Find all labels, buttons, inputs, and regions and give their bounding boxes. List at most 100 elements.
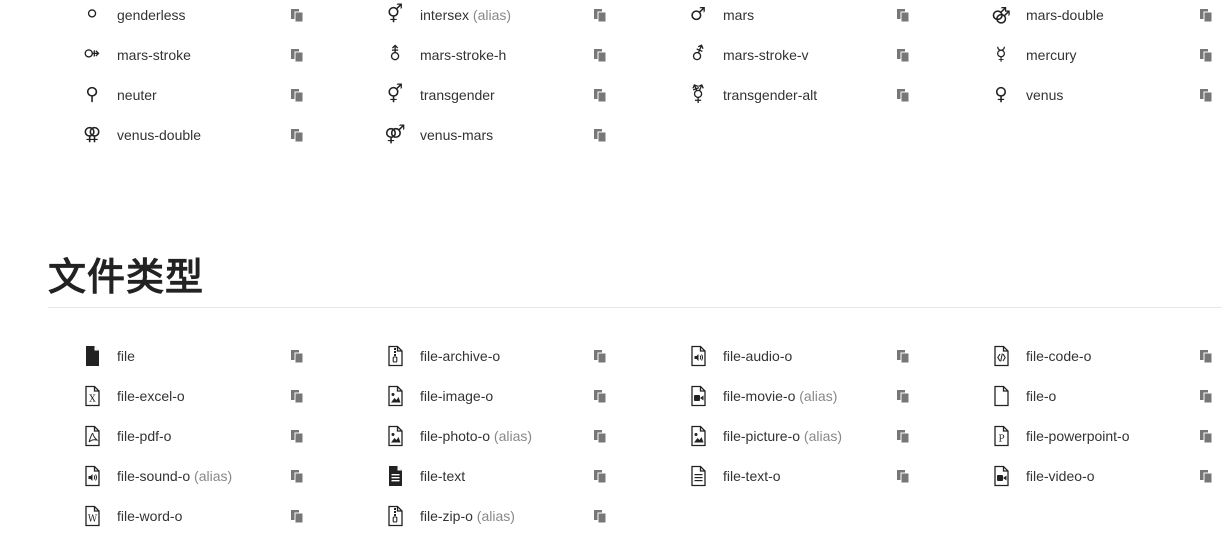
icon-item-file-excel-o[interactable]: Xfile-excel-o — [80, 376, 383, 416]
icon-name-label: intersex (alias) — [420, 7, 511, 23]
copy-icon[interactable] — [1199, 8, 1213, 23]
icon-name-text: file-archive-o — [420, 348, 501, 364]
copy-icon[interactable] — [1199, 429, 1213, 444]
icon-item-neuter[interactable]: ⚲ neuter — [80, 75, 383, 115]
copy-icon[interactable] — [593, 349, 607, 364]
icon-name-text: genderless — [117, 7, 186, 23]
icon-item-file-image-o[interactable]: file-image-o — [383, 376, 686, 416]
copy-icon[interactable] — [1199, 48, 1213, 63]
icon-name-text: file-powerpoint-o — [1026, 428, 1130, 444]
copy-icon[interactable] — [896, 8, 910, 23]
copy-icon[interactable] — [593, 128, 607, 143]
copy-icon[interactable] — [593, 88, 607, 103]
icon-name-text: mars-double — [1026, 7, 1104, 23]
copy-icon[interactable] — [593, 8, 607, 23]
mars-stroke-icon: ⚩ — [84, 44, 100, 65]
icon-item-file-sound-o[interactable]: file-sound-o (alias) — [80, 456, 383, 496]
icon-item-file-photo-o[interactable]: file-photo-o (alias) — [383, 416, 686, 456]
icon-item-mars[interactable]: ♂ mars — [686, 0, 989, 35]
icon-item-file-video-o[interactable]: file-video-o — [989, 456, 1222, 496]
file-text-icon — [383, 465, 407, 487]
venus-mars-icon: ⚤ — [384, 124, 406, 145]
icon-item-transgender-alt[interactable]: ⚧ transgender-alt — [686, 75, 989, 115]
icon-item-file-o[interactable]: file-o — [989, 376, 1222, 416]
mars-stroke-h-icon: ⚨ — [387, 44, 403, 65]
icon-item-intersex[interactable]: ⚥ intersex (alias) — [383, 0, 686, 35]
copy-icon[interactable] — [593, 429, 607, 444]
copy-icon[interactable] — [290, 8, 304, 23]
icon-name-text: intersex — [420, 7, 470, 23]
icon-item-file-text[interactable]: file-text — [383, 456, 686, 496]
copy-icon[interactable] — [896, 349, 910, 364]
venus-double-icon: ⚢ — [82, 124, 102, 145]
icon-item-transgender[interactable]: ⚥ transgender — [383, 75, 686, 115]
copy-icon[interactable] — [290, 128, 304, 143]
copy-icon[interactable] — [896, 48, 910, 63]
icon-item-mars-stroke-h[interactable]: ⚨ mars-stroke-h — [383, 35, 686, 75]
icon-item-mars-stroke[interactable]: ⚩ mars-stroke — [80, 35, 383, 75]
copy-icon[interactable] — [593, 469, 607, 484]
icon-item-file-word-o[interactable]: Wfile-word-o — [80, 496, 383, 536]
icon-name-label: file-archive-o — [420, 348, 500, 364]
copy-icon[interactable] — [1199, 389, 1213, 404]
copy-icon[interactable] — [290, 509, 304, 524]
svg-text:X: X — [89, 395, 96, 405]
alias-label: (alias) — [469, 7, 512, 23]
icon-name-text: file-zip-o — [420, 508, 473, 524]
icon-name-label: mars-stroke-v — [723, 47, 809, 63]
icon-name-text: file-text-o — [723, 468, 781, 484]
icon-name-label: neuter — [117, 87, 157, 103]
icon-item-file-movie-o[interactable]: file-movie-o (alias) — [686, 376, 989, 416]
copy-icon[interactable] — [593, 389, 607, 404]
icon-name-label: genderless — [117, 7, 186, 23]
icon-name-label: file-pdf-o — [117, 428, 171, 444]
copy-icon[interactable] — [290, 469, 304, 484]
icon-name-text: file-picture-o — [723, 428, 801, 444]
copy-icon[interactable] — [896, 469, 910, 484]
icon-item-venus[interactable]: ♀ venus — [989, 75, 1222, 115]
copy-icon[interactable] — [896, 429, 910, 444]
copy-icon[interactable] — [593, 509, 607, 524]
icon-name-text: file-o — [1026, 388, 1057, 404]
icon-item-mercury[interactable]: ☿ mercury — [989, 35, 1222, 75]
icon-name-text: file-video-o — [1026, 468, 1095, 484]
copy-icon[interactable] — [1199, 349, 1213, 364]
icon-name-label: file-zip-o (alias) — [420, 508, 515, 524]
icon-item-file-zip-o[interactable]: file-zip-o (alias) — [383, 496, 686, 536]
icon-item-file-text-o[interactable]: file-text-o — [686, 456, 989, 496]
icon-item-file[interactable]: file — [80, 336, 383, 376]
icon-item-venus-double[interactable]: ⚢ venus-double — [80, 115, 383, 155]
copy-icon[interactable] — [290, 389, 304, 404]
icon-item-file-audio-o[interactable]: file-audio-o — [686, 336, 989, 376]
icon-name-label: file-picture-o (alias) — [723, 428, 842, 444]
icon-item-genderless[interactable]: ⚪ genderless — [80, 0, 383, 35]
icon-item-file-picture-o[interactable]: file-picture-o (alias) — [686, 416, 989, 456]
icon-item-mars-stroke-v[interactable]: ⚦ mars-stroke-v — [686, 35, 989, 75]
file-image-o-icon — [383, 385, 407, 407]
copy-icon[interactable] — [290, 349, 304, 364]
icon-name-text: file-image-o — [420, 388, 494, 404]
copy-icon[interactable] — [290, 429, 304, 444]
icon-item-file-code-o[interactable]: file-code-o — [989, 336, 1222, 376]
copy-icon[interactable] — [896, 88, 910, 103]
icon-name-text: file-movie-o — [723, 388, 796, 404]
alias-label: (alias) — [490, 428, 533, 444]
icon-name-label: file-image-o — [420, 388, 493, 404]
copy-icon[interactable] — [1199, 469, 1213, 484]
icon-name-label: file-excel-o — [117, 388, 185, 404]
icon-item-file-pdf-o[interactable]: file-pdf-o — [80, 416, 383, 456]
copy-icon[interactable] — [896, 389, 910, 404]
svg-text:P: P — [998, 435, 1004, 445]
icon-item-file-archive-o[interactable]: file-archive-o — [383, 336, 686, 376]
copy-icon[interactable] — [1199, 88, 1213, 103]
icon-item-venus-mars[interactable]: ⚤ venus-mars — [383, 115, 686, 155]
icon-name-text: mars-stroke — [117, 47, 191, 63]
icon-name-label: mars-stroke — [117, 47, 191, 63]
icon-name-text: file-word-o — [117, 508, 183, 524]
copy-icon[interactable] — [290, 88, 304, 103]
icon-name-label: file-o — [1026, 388, 1056, 404]
icon-item-mars-double[interactable]: ⚣ mars-double — [989, 0, 1222, 35]
copy-icon[interactable] — [290, 48, 304, 63]
icon-item-file-powerpoint-o[interactable]: Pfile-powerpoint-o — [989, 416, 1222, 456]
copy-icon[interactable] — [593, 48, 607, 63]
